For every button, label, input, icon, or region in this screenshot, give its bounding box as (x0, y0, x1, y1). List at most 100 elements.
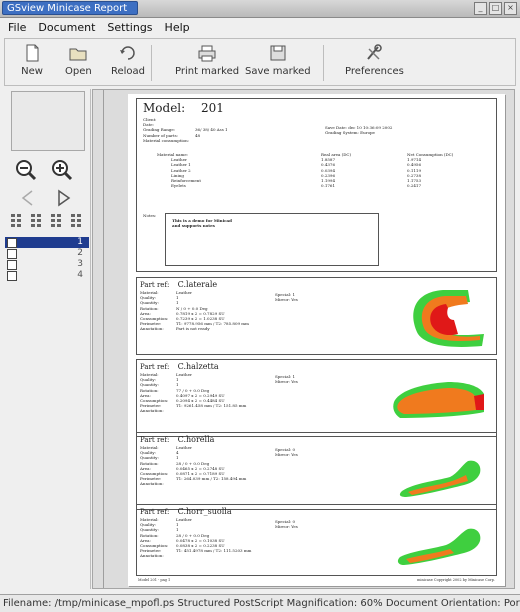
reload-icon (120, 46, 135, 60)
page-number: 2 (77, 248, 83, 258)
save-icon (270, 45, 286, 61)
arrow-left-icon (21, 190, 33, 206)
report-header: Model: 201 Client: Date: Grading Range: 3… (136, 98, 497, 272)
minimize-button[interactable]: _ (474, 2, 487, 15)
maximize-button[interactable]: □ (489, 2, 502, 15)
model-value: 201 (201, 101, 224, 115)
toolbar: New Open Reload Print marked Save marked (4, 38, 516, 86)
footer-left: Model 201 - pag 1 (138, 578, 171, 582)
open-button[interactable]: Open (65, 43, 92, 77)
footer-right: minicase Copyright 2002 by Minicase Corp… (417, 578, 495, 582)
part-side-info: Special: 1 Mirror: Yes (275, 292, 298, 302)
part-title: Part ref: C.halzetta (140, 362, 219, 371)
status-bar: Filename: /tmp/minicase_mpofl.ps Structu… (0, 594, 520, 612)
part-value: Part is not ready (176, 326, 210, 332)
menu-help[interactable]: Help (165, 21, 190, 34)
new-document-icon (26, 44, 39, 62)
page-thumbnail[interactable] (11, 91, 85, 151)
part-side-info: Special: 0 Mirror: Yes (275, 447, 298, 457)
page-number: 1 (77, 237, 83, 247)
page-checkbox[interactable] (7, 260, 17, 270)
reload-label: Reload (111, 66, 146, 77)
part-shape-horr-suolla (397, 528, 481, 565)
printer-icon (198, 45, 216, 62)
notes-label: Notes: (143, 213, 157, 218)
info-key: Material consumption: (143, 137, 190, 143)
part-title: Part ref: C.horella (140, 435, 215, 444)
part-mirror: Mirror: Yes (275, 452, 298, 458)
material-name: Eyelets (171, 183, 186, 189)
part-title: Part ref: C.laterale (140, 280, 218, 289)
material-consumption: 0.2417 (407, 183, 421, 189)
part-mirror: Mirror: Yes (275, 524, 298, 530)
part-name: C.laterale (177, 280, 218, 289)
window-controls: _ □ × (474, 2, 517, 15)
preferences-icon (367, 44, 383, 60)
page-number: 4 (77, 270, 83, 280)
window-title: GSview Minicase Report (2, 1, 138, 15)
material-row: Eyelets 0.1761 0.2417 (143, 183, 493, 188)
previous-page-button[interactable] (17, 187, 39, 209)
material-area: 0.1761 (321, 183, 335, 189)
page-row[interactable]: 3 (5, 259, 89, 270)
notes-box: This is a demo for Minicad and supports … (165, 213, 379, 266)
part-side-info: Special: 0 Mirror: Yes (275, 519, 298, 529)
part-info: Material: Leather Quality: 1 Quantity: 1 Ro… (140, 372, 380, 414)
arrow-right-icon (58, 189, 71, 207)
part-key: Annotation: (140, 326, 164, 332)
part-value: T1: 9261.458 mm / T2: 151.85 mm (176, 403, 247, 409)
open-label: Open (65, 66, 92, 77)
sidebar: 1 2 3 4 (5, 89, 91, 589)
page-row[interactable]: 4 (5, 270, 89, 281)
part-mirror: Mirror: Yes (275, 297, 298, 303)
mark-pages-icon (11, 214, 81, 227)
material-table: Material name: Real area (DC) Net Consum… (143, 152, 493, 188)
part-shape-halzetta (393, 382, 484, 418)
menu-file[interactable]: File (8, 21, 26, 34)
page-checkbox[interactable] (7, 238, 17, 248)
model-info: Client: Date: Grading Range: 36/ 38/ 40 A… (143, 117, 333, 143)
part-name: C.horr_suolla (177, 507, 232, 516)
part-block: Part ref: C.laterale Material: Leather Qu… (136, 277, 497, 355)
page-checkbox[interactable] (7, 249, 17, 259)
page-row[interactable]: 2 (5, 248, 89, 259)
menu-settings[interactable]: Settings (107, 21, 152, 34)
part-info: Material: Leather Quality: 1 Quantity: 1 Ro… (140, 290, 380, 332)
page-number: 3 (77, 259, 83, 269)
document-page: Model: 201 Client: Date: Grading Range: 3… (128, 94, 505, 586)
part-block: Part ref: C.horella Material: Leather Qua… (136, 432, 497, 510)
save-marked-label: Save marked (245, 66, 311, 77)
zoom-out-icon (16, 160, 37, 181)
model-label: Model: (143, 101, 186, 115)
print-marked-label: Print marked (175, 66, 240, 77)
open-folder-icon (69, 48, 87, 61)
model-save-info: Save Date: dec 10 10:36:09 2002 Grading … (325, 125, 392, 135)
document-view[interactable]: Model: 201 Client: Date: Grading Range: 3… (92, 89, 515, 589)
preferences-label: Preferences (345, 66, 404, 77)
page-footer: Model 201 - pag 1 minicase Copyright 200… (138, 578, 495, 582)
zoom-out-button[interactable] (15, 159, 37, 181)
menu-document[interactable]: Document (38, 21, 95, 34)
part-mirror: Mirror: Yes (275, 379, 298, 385)
zoom-in-button[interactable] (51, 159, 73, 181)
new-label: New (21, 66, 43, 77)
mark-pages-toolbar (7, 211, 87, 231)
new-button[interactable]: New (21, 43, 43, 77)
part-value: T1: 451.4978 mm / T2: 111.5203 mm (176, 548, 252, 554)
page-checkbox[interactable] (7, 271, 17, 281)
part-key: Annotation: (140, 481, 164, 487)
zoom-in-icon (52, 160, 73, 181)
part-side-info: Special: 1 Mirror: Yes (275, 374, 298, 384)
part-shape-laterale (413, 290, 484, 347)
print-marked-button[interactable]: Print marked (175, 43, 239, 77)
save-marked-button[interactable]: Save marked (245, 43, 311, 77)
toolbar-separator (323, 45, 324, 81)
reload-button[interactable]: Reload (111, 43, 145, 77)
close-button[interactable]: × (504, 2, 517, 15)
next-page-button[interactable] (53, 187, 75, 209)
preferences-button[interactable]: Preferences (345, 43, 404, 77)
grading-system: Grading System: Europe (325, 130, 375, 136)
part-block: Part ref: C.halzetta Material: Leather Qu… (136, 359, 497, 437)
page-row[interactable]: 1 (5, 237, 89, 248)
toolbar-separator (151, 45, 152, 81)
